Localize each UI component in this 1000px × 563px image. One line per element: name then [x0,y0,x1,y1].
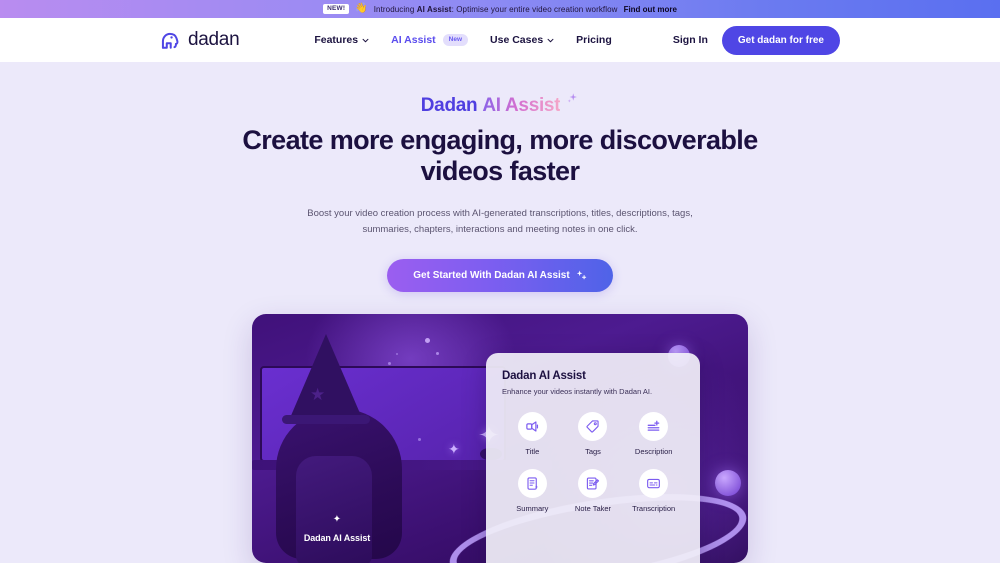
hero-eyebrow: Dadan AI Assist [420,93,579,116]
announcement-banner[interactable]: NEW! 👋 Introducing AI Assist: Optimise y… [0,0,1000,18]
ai-assist-card-title: Dadan AI Assist [502,370,586,383]
header-inner: dadan Features AI Assist New Use Cases P… [160,18,840,62]
document-plus-icon [639,412,669,442]
mascot-label-text: Dadan AI Assist [303,533,371,544]
feature-title-label: Title [525,447,540,457]
ai-assist-feature-grid: Title Tags Description Summary Note Take… [502,412,684,513]
feature-note-taker[interactable]: Note Taker [563,469,624,513]
feature-tags[interactable]: Tags [563,412,624,456]
feature-note-taker-label: Note Taker [574,504,612,514]
star-dot-icon [425,338,430,344]
sparkles-icon [567,93,578,103]
ai-assist-card: Dadan AI Assist Enhance your videos inst… [486,353,700,563]
nav-badge-new: New [442,34,469,46]
nav-label-use-cases: Use Cases [490,34,544,46]
megaphone-icon [517,412,547,442]
feature-description[interactable]: Description [623,412,684,456]
elephant-icon [161,32,179,49]
wizard-hat-icon [290,334,362,419]
get-started-button[interactable]: Get Started With Dadan AI Assist [387,259,613,293]
feature-transcription-label: Transcription [632,504,676,514]
banner-message: Introducing AI Assist: Optimise your ent… [374,5,618,14]
chevron-down-icon [362,38,369,42]
mascot-sparkle-icon: ✦ [332,514,342,526]
feature-tags-label: Tags [585,447,601,457]
feature-summary[interactable]: Summary [502,469,563,513]
sparkle-plus-icon [576,270,586,280]
banner-text-post: : Optimise your entire video creation wo… [451,4,618,14]
wizard-hat-brim [282,415,370,425]
hero-subtext: Boost your video creation process with A… [307,208,693,235]
nav-label-ai-assist: AI Assist [391,34,436,46]
brand-name: dadan [188,29,240,50]
hero-section: Dadan AI Assist Create more engaging, mo… [0,62,1000,563]
nav-item-features[interactable]: Features [314,34,369,46]
feature-description-label: Description [634,447,673,457]
waving-hand-icon: 👋 [355,3,368,14]
get-started-label: Get Started With Dadan AI Assist [413,270,570,282]
nav-label-pricing: Pricing [576,34,612,46]
banner-text-pre: Introducing [373,4,417,14]
banner-new-badge: NEW! [323,4,350,14]
banner-text-bold: AI Assist [416,4,452,14]
nav-item-ai-assist[interactable]: AI Assist New [391,34,469,46]
main-nav: Features AI Assist New Use Cases Pricing [314,34,611,46]
chevron-down-icon [547,38,554,42]
note-pencil-icon [578,469,608,499]
four-point-star-icon: ✦ [448,441,460,458]
star-dot-icon [396,353,398,356]
feature-title[interactable]: Title [502,412,563,456]
mascot-label: ✦ Dadan AI Assist [262,514,412,546]
purple-orb-icon [715,470,741,497]
brand-logo[interactable]: dadan [160,29,240,51]
feature-summary-label: Summary [516,504,549,514]
star-dot-icon [388,362,391,366]
sign-in-link[interactable]: Sign In [673,34,708,46]
nav-item-pricing[interactable]: Pricing [576,34,612,46]
hero-media: ★ ✦ Dadan AI Assist ✦ ✦ Dadan AI Assist … [252,314,748,563]
hero-eyebrow-product: AI Assist [482,95,561,116]
feature-transcription[interactable]: Transcription [623,469,684,513]
caption-box-icon [639,469,669,499]
banner-find-out-more-link[interactable]: Find out more [624,5,677,14]
hero-headline: Create more engaging, more discoverable … [242,125,758,186]
tag-icon [578,412,608,442]
mascot-face [296,456,372,563]
ai-assist-card-subtitle: Enhance your videos instantly with Dadan… [502,387,653,397]
summary-sparkle-icon [517,469,547,499]
get-dadan-free-button[interactable]: Get dadan for free [721,25,840,55]
hero-eyebrow-brand: Dadan [420,95,478,116]
nav-label-features: Features [314,34,359,46]
star-dot-icon [436,352,439,356]
nav-item-use-cases[interactable]: Use Cases [490,34,554,46]
site-header: dadan Features AI Assist New Use Cases P… [0,18,1000,62]
header-actions: Sign In Get dadan for free [673,25,840,55]
hat-star-icon: ★ [310,385,326,405]
